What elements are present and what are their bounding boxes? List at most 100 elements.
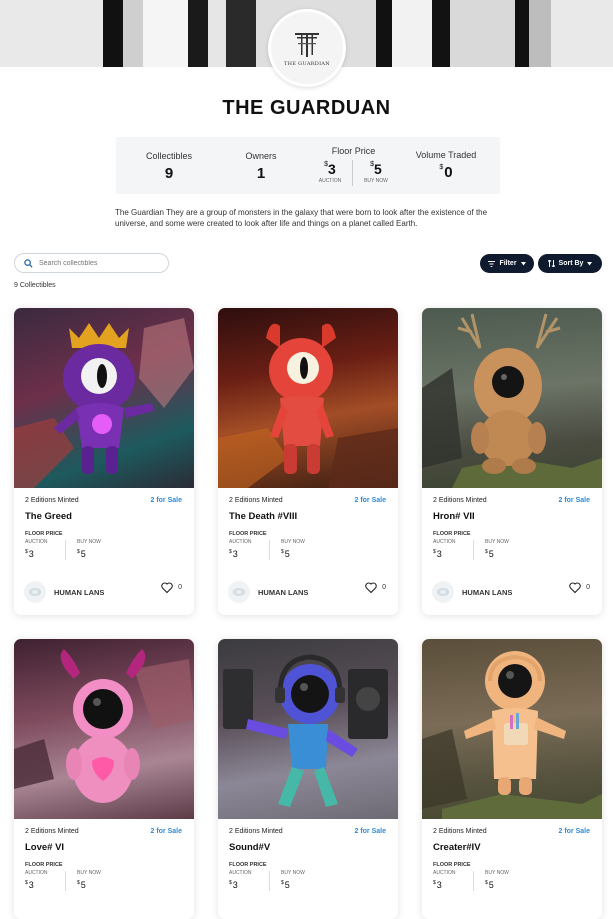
floor-price-label: FLOOR PRICE xyxy=(229,862,267,868)
collectible-card[interactable]: 2 Editions Minted 2 for Sale The Death #… xyxy=(218,308,398,615)
collectible-name[interactable]: Creater#IV xyxy=(433,842,481,853)
buy-now-label: BUY NOW xyxy=(77,870,101,876)
filter-icon xyxy=(488,260,496,267)
buy-now-price: $5 xyxy=(77,880,86,890)
auction-price: $3 xyxy=(433,549,442,559)
auction-label: AUCTION xyxy=(25,870,48,876)
currency-symbol: $ xyxy=(485,880,488,886)
floor-price-label: FLOOR PRICE xyxy=(25,531,63,537)
filter-button[interactable]: Filter xyxy=(480,254,534,273)
currency-symbol: $ xyxy=(25,880,28,886)
currency-symbol: $ xyxy=(485,549,488,555)
volume-number: 0 xyxy=(444,164,453,181)
editions-minted: 2 Editions Minted xyxy=(433,828,487,835)
sort-button[interactable]: Sort By xyxy=(538,254,602,273)
buy-now-value: 5 xyxy=(284,880,290,890)
editions-minted: 2 Editions Minted xyxy=(25,828,79,835)
owner-link[interactable]: HUMAN LANS xyxy=(24,581,104,603)
currency-symbol: $ xyxy=(229,880,232,886)
collectible-image[interactable] xyxy=(218,308,398,488)
buy-now-price: $5 xyxy=(77,549,86,559)
buy-now-value: 5 xyxy=(284,549,290,559)
price-divider xyxy=(269,540,270,560)
for-sale-link[interactable]: 2 for Sale xyxy=(150,497,182,504)
heart-icon xyxy=(161,582,173,593)
like-button[interactable]: 0 xyxy=(365,582,386,593)
buy-now-price: $5 xyxy=(485,549,494,559)
for-sale-link[interactable]: 2 for Sale xyxy=(558,497,590,504)
collectible-card[interactable]: 2 Editions Minted 2 for Sale Creater#IV … xyxy=(422,639,602,919)
auction-label: AUCTION xyxy=(229,539,252,545)
floor-auction: $3 AUCTION xyxy=(312,161,348,184)
price-divider xyxy=(65,871,66,891)
collectible-name[interactable]: Sound#V xyxy=(229,842,270,853)
chevron-down-icon xyxy=(520,261,526,265)
auction-price: $3 xyxy=(229,880,238,890)
avatar-icon xyxy=(228,581,250,603)
owner-link[interactable]: HUMAN LANS xyxy=(432,581,512,603)
stat-collectibles: Collectibles 9 xyxy=(138,137,200,182)
price-divider xyxy=(473,871,474,891)
for-sale-link[interactable]: 2 for Sale xyxy=(150,828,182,835)
buy-now-price: $5 xyxy=(281,880,290,890)
stat-collectibles-label: Collectibles xyxy=(145,151,193,161)
floor-buynow-value: 5 xyxy=(374,161,382,177)
auction-label: AUCTION xyxy=(433,539,456,545)
auction-value: 3 xyxy=(28,880,34,890)
owner-link[interactable]: HUMAN LANS xyxy=(228,581,308,603)
sort-icon xyxy=(547,260,555,267)
auction-price: $3 xyxy=(25,549,34,559)
collectible-image[interactable] xyxy=(422,308,602,488)
collectible-card[interactable]: 2 Editions Minted 2 for Sale Hron# VII F… xyxy=(422,308,602,615)
currency-symbol: $ xyxy=(433,880,436,886)
collectible-card[interactable]: 2 Editions Minted 2 for Sale Sound#V FLO… xyxy=(218,639,398,919)
logo-text: THE GUARDIAN xyxy=(284,61,330,67)
buy-now-label: BUY NOW xyxy=(77,539,101,545)
stat-floor-price: Floor Price $3 AUCTION $5 BUY NOW xyxy=(306,137,401,186)
editions-minted: 2 Editions Minted xyxy=(229,828,283,835)
search-icon xyxy=(24,258,33,268)
filter-label: Filter xyxy=(499,260,517,267)
for-sale-link[interactable]: 2 for Sale xyxy=(558,828,590,835)
auction-value: 3 xyxy=(28,549,34,559)
stat-volume-value: $0 xyxy=(408,164,484,181)
auction-value: 3 xyxy=(436,549,442,559)
buy-now-price: $5 xyxy=(485,880,494,890)
collectible-name[interactable]: The Death #VIII xyxy=(229,511,297,522)
buy-now-value: 5 xyxy=(488,880,494,890)
buy-now-label: BUY NOW xyxy=(281,870,305,876)
floor-buynow: $5 BUY NOW xyxy=(358,161,394,184)
search-input[interactable] xyxy=(39,259,159,267)
for-sale-link[interactable]: 2 for Sale xyxy=(354,828,386,835)
like-button[interactable]: 0 xyxy=(161,582,182,593)
floor-divider xyxy=(352,160,353,186)
collectible-image[interactable] xyxy=(14,639,194,819)
stat-volume-label: Volume Traded xyxy=(415,150,477,160)
collectible-card[interactable]: 2 Editions Minted 2 for Sale The Greed F… xyxy=(14,308,194,615)
buy-now-price: $5 xyxy=(281,549,290,559)
search-box[interactable] xyxy=(14,253,169,273)
collectible-image[interactable] xyxy=(218,639,398,819)
collectible-name[interactable]: Love# VI xyxy=(25,842,64,853)
buy-now-label: BUY NOW xyxy=(485,539,509,545)
collectible-image[interactable] xyxy=(422,639,602,819)
buy-now-value: 5 xyxy=(80,549,86,559)
heart-icon xyxy=(365,582,377,593)
editions-minted: 2 Editions Minted xyxy=(25,497,79,504)
collection-description: The Guardian They are a group of monster… xyxy=(115,208,488,228)
floor-price-label: FLOOR PRICE xyxy=(433,531,471,537)
stats-panel: Collectibles 9 Owners 1 Floor Price $3 A… xyxy=(116,137,500,194)
like-button[interactable]: 0 xyxy=(569,582,590,593)
for-sale-link[interactable]: 2 for Sale xyxy=(354,497,386,504)
sort-label: Sort By xyxy=(558,260,584,267)
collection-title: THE GUARDUAN xyxy=(222,97,391,119)
currency-symbol: $ xyxy=(439,164,444,171)
collectible-image[interactable] xyxy=(14,308,194,488)
stat-owners: Owners 1 xyxy=(236,137,286,182)
collectible-name[interactable]: Hron# VII xyxy=(433,511,475,522)
collectible-name[interactable]: The Greed xyxy=(25,511,72,522)
collectible-card[interactable]: 2 Editions Minted 2 for Sale Love# VI FL… xyxy=(14,639,194,919)
auction-label: AUCTION xyxy=(25,539,48,545)
editions-minted: 2 Editions Minted xyxy=(433,497,487,504)
heart-icon xyxy=(569,582,581,593)
